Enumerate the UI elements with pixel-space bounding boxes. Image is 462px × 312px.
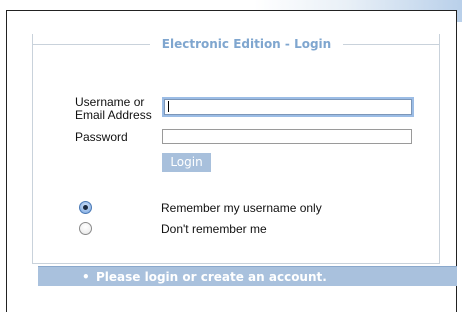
- fieldset-border-left: [32, 44, 150, 45]
- text-caret: [168, 101, 169, 112]
- password-label: Password: [75, 130, 128, 144]
- status-bullet-icon: •: [82, 270, 90, 284]
- remember-username-label: Remember my username only: [161, 201, 322, 215]
- username-input[interactable]: [164, 99, 412, 115]
- password-input[interactable]: [162, 129, 412, 144]
- login-button[interactable]: Login: [162, 153, 211, 172]
- status-bar: • Please login or create an account.: [38, 266, 457, 286]
- login-legend: Electronic Edition - Login: [161, 37, 332, 51]
- status-message: Please login or create an account.: [96, 270, 327, 284]
- remember-username-radio[interactable]: [79, 201, 92, 214]
- dont-remember-label: Don't remember me: [161, 222, 267, 236]
- username-label-line2: Email Address: [75, 108, 152, 122]
- dont-remember-radio[interactable]: [79, 222, 92, 235]
- fieldset-border-right: [343, 44, 440, 45]
